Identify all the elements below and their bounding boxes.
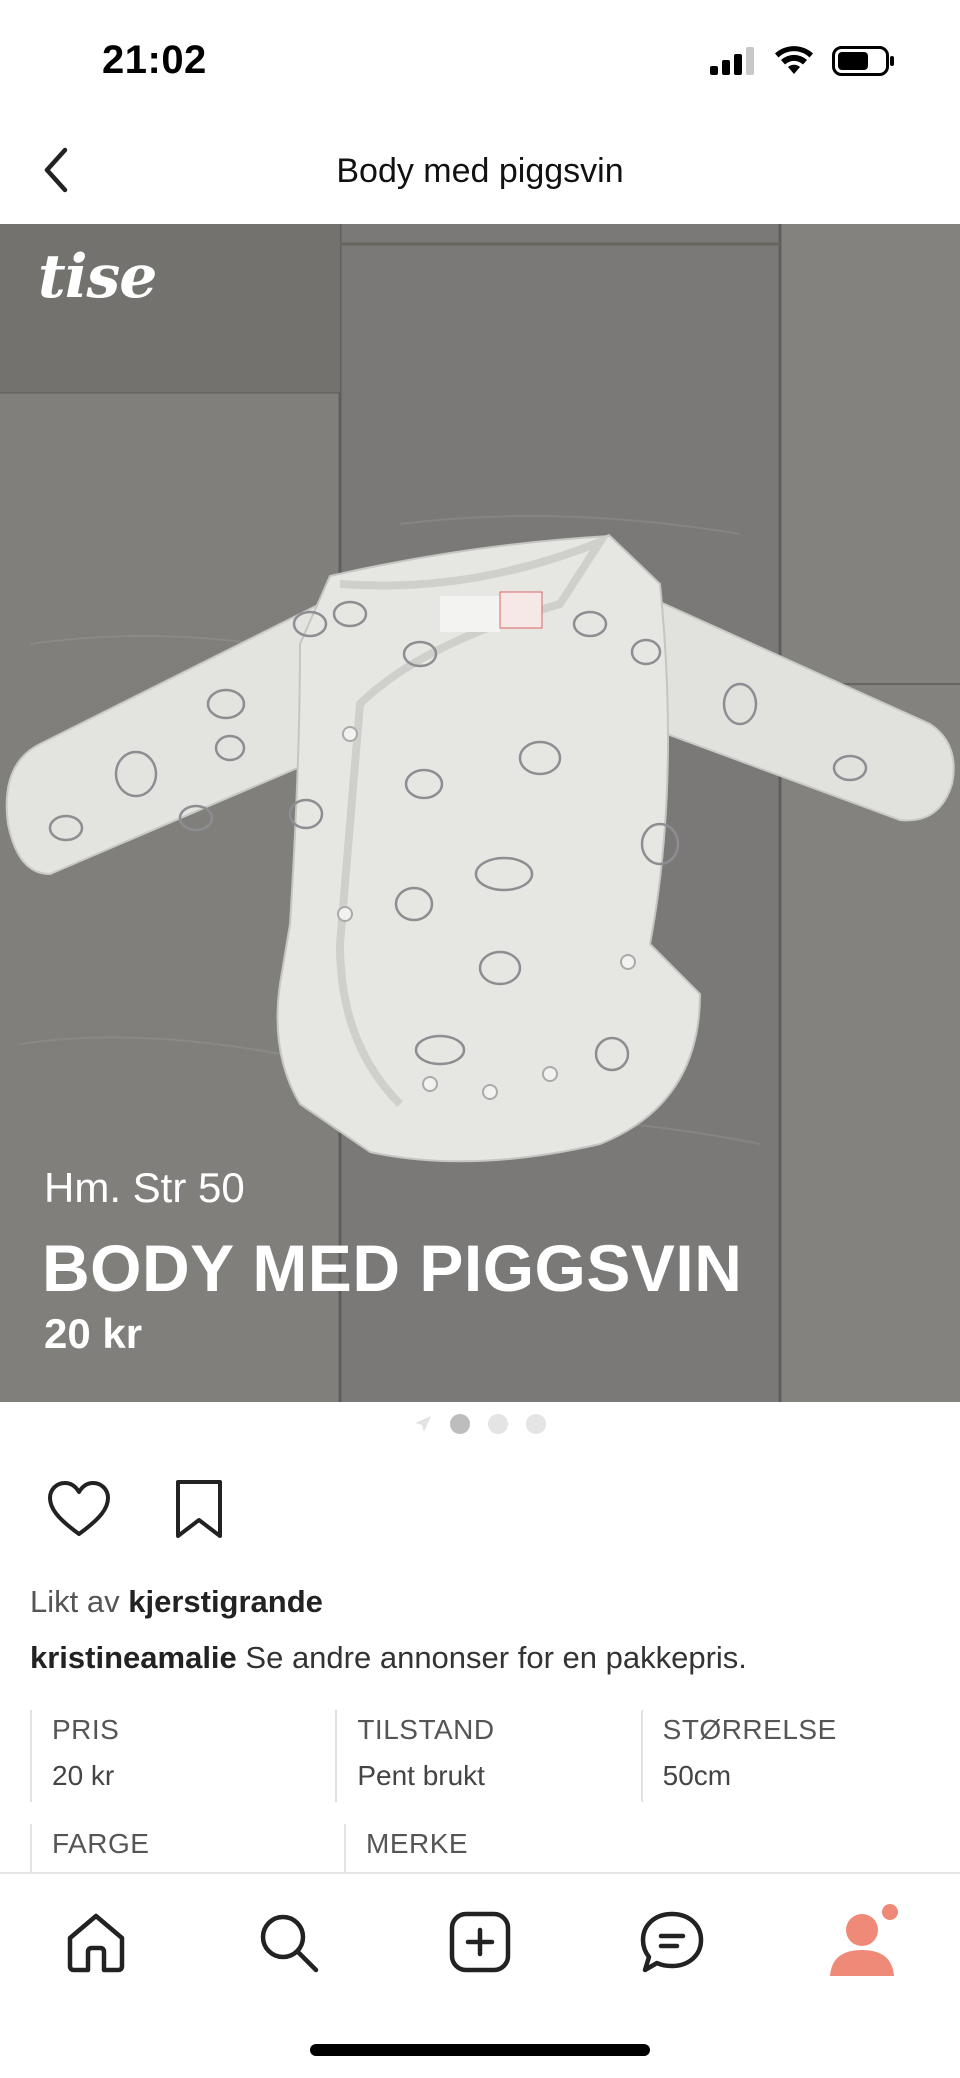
status-time: 21:02 [102, 38, 207, 82]
details-row: PRIS 20 kr TILSTAND Pent brukt STØRRELSE… [30, 1710, 946, 1802]
status-bar: 21:02 [0, 0, 960, 120]
location-arrow-icon [415, 1416, 431, 1432]
detail-label: MERKE [366, 1828, 469, 1859]
nav-header: Body med piggsvin [0, 120, 960, 224]
pager-dot[interactable] [488, 1414, 508, 1434]
product-title: BODY MED PIGGSVIN [42, 1231, 743, 1305]
profile-icon [830, 1904, 898, 1976]
image-pager [0, 1412, 960, 1436]
cellular-signal-icon [710, 47, 754, 75]
detail-label: FARGE [52, 1828, 150, 1859]
liked-user-link[interactable]: kjerstigrande [128, 1584, 323, 1619]
tab-search[interactable] [248, 1902, 328, 1982]
product-price: 20 kr [44, 1310, 143, 1357]
liked-by-prefix: Likt av [30, 1584, 129, 1619]
detail-label: STØRRELSE [662, 1714, 837, 1745]
tab-home[interactable] [56, 1902, 136, 1982]
heart-icon [48, 1481, 110, 1536]
product-photo [0, 224, 960, 1402]
seller-link[interactable]: kristineamalie [30, 1640, 237, 1675]
home-indicator [310, 2044, 650, 2056]
description-text: Se andre annonser for en pakkepris. [236, 1640, 747, 1675]
pager-dot[interactable] [526, 1414, 546, 1434]
wifi-icon [775, 46, 813, 74]
detail-condition: TILSTAND Pent brukt [335, 1710, 640, 1802]
tise-logo: tise [38, 242, 157, 312]
like-button[interactable] [46, 1476, 112, 1542]
product-image[interactable]: tise Hm. Str 50 BODY MED PIGGSVIN 20 kr [0, 224, 960, 1402]
detail-label: PRIS [52, 1714, 120, 1745]
bottom-tab-bar [0, 1872, 960, 2078]
detail-value: 50cm [662, 1760, 732, 1791]
pager-dot[interactable] [450, 1414, 470, 1434]
product-subtitle: Hm. Str 50 [44, 1164, 245, 1211]
detail-price: PRIS 20 kr [30, 1710, 335, 1802]
tab-add-listing[interactable] [440, 1902, 520, 1982]
save-button[interactable] [166, 1476, 232, 1542]
chat-icon [640, 1911, 704, 1973]
listing-description: kristineamalie Se andre annonser for en … [30, 1640, 747, 1676]
page-title: Body med piggsvin [336, 152, 624, 190]
liked-by: Likt av kjerstigrande [30, 1584, 323, 1620]
search-icon [260, 1914, 319, 1973]
add-icon [449, 1911, 511, 1973]
detail-size: STØRRELSE 50cm [640, 1710, 946, 1802]
tab-profile[interactable] [824, 1902, 904, 1982]
battery-icon [832, 46, 894, 76]
tab-messages[interactable] [632, 1902, 712, 1982]
notification-dot [882, 1904, 898, 1920]
action-bar [46, 1476, 232, 1542]
status-icons [710, 46, 896, 76]
detail-value: Pent brukt [357, 1760, 485, 1791]
home-icon [67, 1913, 125, 1973]
bookmark-icon [176, 1480, 222, 1538]
detail-label: TILSTAND [357, 1714, 495, 1745]
detail-value: 20 kr [52, 1760, 115, 1791]
